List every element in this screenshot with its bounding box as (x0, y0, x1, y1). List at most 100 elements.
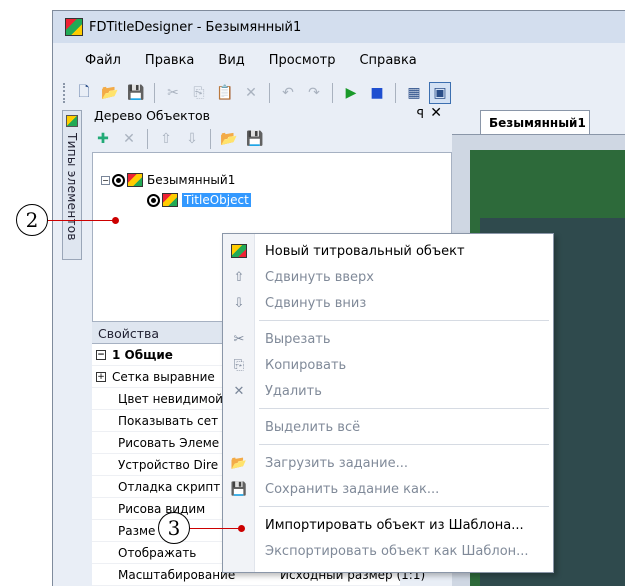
property-label: Рисовать Элеме (118, 435, 220, 450)
element-types-tab[interactable]: Типы элементов (62, 110, 82, 260)
ctx-delete[interactable]: ✕ Удалить (223, 378, 553, 404)
menu-file[interactable]: Файл (73, 49, 133, 71)
property-label: Отображать (118, 545, 197, 560)
tree-node-root-label: Безымянный1 (147, 173, 236, 187)
ctx-save-task[interactable]: 💾 Сохранить задание как... (223, 476, 553, 502)
callout-2-line (48, 220, 116, 221)
ctx-new-title-object[interactable]: Новый титровальный объект (223, 238, 553, 264)
ctx-load-task[interactable]: 📂 Загрузить задание... (223, 450, 553, 476)
toolbar-separator (147, 129, 148, 149)
ctx-label: Сдвинуть вверх (265, 269, 375, 285)
ctx-import-template[interactable]: Импортировать объект из Шаблона... (223, 512, 553, 538)
open-folder-icon[interactable]: 📂 (99, 82, 121, 104)
property-label: 1 Общие (112, 347, 173, 362)
copy-icon: ⎘ (233, 357, 245, 373)
menu-help[interactable]: Справка (347, 49, 428, 71)
toolbar-separator (154, 83, 155, 103)
copy-icon[interactable]: ⎘ (188, 82, 210, 104)
ctx-move-up[interactable]: ⇧ Сдвинуть вверх (223, 264, 553, 290)
context-menu: Новый титровальный объект ⇧ Сдвинуть вве… (222, 233, 554, 573)
collapse-icon[interactable]: − (96, 349, 106, 360)
menu-separator (259, 408, 549, 409)
move-down-icon[interactable]: ⇩ (181, 128, 203, 150)
ctx-label: Удалить (265, 383, 322, 399)
project-icon (127, 173, 143, 187)
save-task-icon: 💾 (230, 481, 248, 497)
toolbar-separator (210, 129, 211, 149)
menu-edit[interactable]: Правка (133, 49, 206, 71)
delete-icon: ✕ (233, 383, 245, 399)
property-label: Отладка скрипт (118, 479, 221, 494)
play-icon[interactable]: ▶ (340, 82, 362, 104)
new-object-icon (223, 244, 255, 258)
properties-header: Свойства (92, 322, 232, 344)
ctx-select-all[interactable]: Выделить всё (223, 414, 553, 440)
new-file-icon[interactable]: 🗋 (73, 82, 95, 104)
ctx-label: Загрузить задание... (265, 455, 408, 471)
menu-bar: Файл Правка Вид Просмотр Справка (53, 49, 625, 71)
ctx-label: Новый титровальный объект (265, 243, 465, 259)
app-icon (65, 18, 83, 36)
title-object-icon (162, 193, 178, 207)
callout-2: 2 (16, 204, 48, 236)
ctx-export-template[interactable]: Экспортировать объект как Шаблон... (223, 538, 553, 564)
ctx-label: Копировать (265, 357, 347, 373)
delete-object-icon[interactable]: ✕ (118, 128, 140, 150)
expand-icon[interactable]: + (96, 371, 106, 382)
menu-separator (259, 444, 549, 445)
object-tree-header: Дерево Объектов ꟼ ✕ (88, 104, 446, 126)
collapse-icon[interactable]: − (101, 175, 110, 185)
callout-3: 3 (158, 512, 190, 544)
title-bar: FDTitleDesigner - Безымянный1 (53, 11, 625, 43)
window-title: FDTitleDesigner - Безымянный1 (89, 19, 302, 35)
save-task-icon[interactable]: 💾 (244, 128, 266, 150)
element-types-label: Типы элементов (65, 133, 79, 241)
paste-icon[interactable]: 📋 (214, 82, 236, 104)
load-task-icon: 📂 (230, 455, 248, 471)
tree-node-child-label: TitleObject (182, 193, 251, 207)
toolbar-grip[interactable] (63, 83, 65, 103)
ctx-cut[interactable]: ✂ Вырезать (223, 326, 553, 352)
move-up-icon[interactable]: ⇧ (155, 128, 177, 150)
pin-icon[interactable]: ꟼ (417, 107, 424, 121)
object-tree-title: Дерево Объектов (94, 107, 210, 123)
ctx-label: Импортировать объект из Шаблона... (265, 517, 524, 533)
callout-3-dot (238, 525, 245, 532)
tree-node-root[interactable]: − Безымянный1 (101, 173, 235, 187)
tab-document[interactable]: Безымянный1 (480, 110, 590, 134)
safe-area-icon[interactable]: ▣ (429, 82, 451, 104)
ctx-label: Сохранить задание как... (265, 481, 440, 497)
property-label: Показывать сет (118, 413, 219, 428)
undo-icon[interactable]: ↶ (277, 82, 299, 104)
cut-icon[interactable]: ✂ (162, 82, 184, 104)
ctx-move-down[interactable]: ⇩ Сдвинуть вниз (223, 290, 553, 316)
redo-icon[interactable]: ↷ (303, 82, 325, 104)
property-label: Цвет невидимой (118, 391, 223, 406)
ctx-label: Вырезать (265, 331, 331, 347)
callout-3-line (190, 528, 242, 529)
ctx-label: Экспортировать объект как Шаблон... (265, 543, 529, 559)
property-label: Рисова видим (118, 501, 206, 516)
element-types-icon (66, 115, 78, 127)
visibility-icon[interactable] (147, 193, 160, 207)
menu-view[interactable]: Вид (206, 49, 256, 71)
tree-node-child[interactable]: TitleObject (147, 193, 251, 207)
load-task-icon[interactable]: 📂 (218, 128, 240, 150)
close-icon[interactable]: ✕ (430, 105, 442, 121)
move-up-icon: ⇧ (233, 269, 245, 285)
ctx-copy[interactable]: ⎘ Копировать (223, 352, 553, 378)
visibility-icon[interactable] (112, 173, 125, 187)
stop-icon[interactable]: ■ (366, 82, 388, 104)
ctx-label: Сдвинуть вниз (265, 295, 367, 311)
grid-icon[interactable]: ▦ (403, 82, 425, 104)
toolbar-separator (332, 83, 333, 103)
delete-icon[interactable]: ✕ (240, 82, 262, 104)
new-object-icon[interactable]: ✚ (92, 128, 114, 150)
ctx-label: Выделить всё (265, 419, 361, 435)
menu-separator (259, 320, 549, 321)
toolbar-separator (269, 83, 270, 103)
save-icon[interactable]: 💾 (125, 82, 147, 104)
menu-preview[interactable]: Просмотр (257, 49, 348, 71)
cut-icon: ✂ (233, 331, 245, 347)
property-label: Масштабирование (118, 567, 236, 582)
